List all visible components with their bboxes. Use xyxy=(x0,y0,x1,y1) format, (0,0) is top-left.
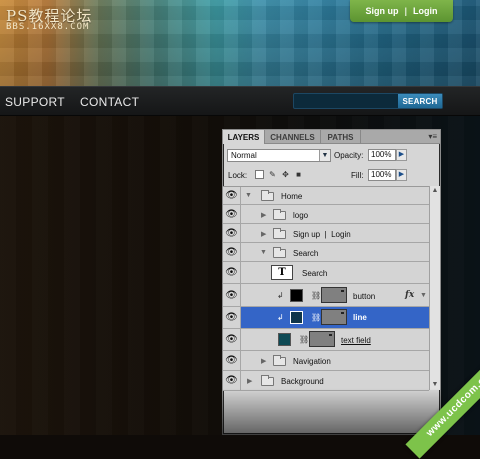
folder-icon xyxy=(273,355,286,366)
opacity-stepper-icon[interactable]: ▶ xyxy=(396,149,407,161)
lock-label: Lock: xyxy=(228,171,248,180)
search-box: SEARCH xyxy=(293,93,443,109)
folder-icon xyxy=(273,228,286,239)
link-chain-icon[interactable]: ⛓ xyxy=(311,291,321,300)
layer-row-background[interactable]: 👁 ▶ Background xyxy=(223,371,429,391)
auth-separator: | xyxy=(404,6,408,16)
signup-link[interactable]: Sign up xyxy=(365,6,398,16)
eye-icon[interactable]: 👁 xyxy=(223,205,241,223)
layer-row-text-field[interactable]: 👁 ⛓ text field xyxy=(223,329,429,351)
scroll-down-icon[interactable]: ▼ xyxy=(430,380,440,390)
link-chain-icon[interactable]: ⛓ xyxy=(299,335,309,344)
scroll-up-icon[interactable]: ▲ xyxy=(430,186,440,196)
color-fill-swatch[interactable] xyxy=(278,333,291,346)
forum-logo-subtitle: BBS.16XX8.COM xyxy=(6,22,90,32)
blend-mode-value: Normal xyxy=(231,151,257,160)
search-input[interactable] xyxy=(296,96,398,107)
layer-row-logo[interactable]: 👁 ▶ logo xyxy=(223,205,429,224)
lock-transparent-icon[interactable] xyxy=(255,170,264,179)
text-layer-icon: T xyxy=(271,265,293,280)
layers-panel: LAYERS CHANNELS PATHS ▾≡ Normal ▼ Opacit… xyxy=(222,129,441,435)
fill-label: Fill: xyxy=(351,171,364,180)
color-fill-swatch[interactable] xyxy=(290,289,303,302)
folder-icon xyxy=(261,375,274,386)
chevron-down-icon: ▼ xyxy=(319,150,330,161)
vector-mask-thumbnail[interactable] xyxy=(309,331,335,347)
nav-item-support[interactable]: SUPPORT xyxy=(5,95,65,109)
vector-mask-thumbnail[interactable] xyxy=(321,287,347,303)
layer-name: Background xyxy=(281,377,324,386)
eye-icon[interactable]: 👁 xyxy=(223,187,241,204)
eye-icon[interactable]: 👁 xyxy=(223,371,241,390)
expand-right-icon[interactable]: ▶ xyxy=(247,377,252,385)
eye-icon[interactable]: 👁 xyxy=(223,329,241,350)
expand-down-icon[interactable]: ▼ xyxy=(245,192,252,199)
login-link[interactable]: Login xyxy=(413,6,438,16)
folder-icon xyxy=(273,247,286,258)
expand-right-icon[interactable]: ▶ xyxy=(261,230,266,238)
expand-down-icon[interactable]: ▼ xyxy=(260,249,267,256)
lock-all-icon[interactable]: ■ xyxy=(294,170,303,179)
layer-name: text field xyxy=(341,336,371,345)
auth-box: Sign up | Login xyxy=(350,0,453,22)
fx-icon[interactable]: fx xyxy=(405,290,414,300)
folder-icon xyxy=(261,190,274,201)
panel-menu-icon[interactable]: ▾≡ xyxy=(428,132,437,141)
expand-down-icon[interactable]: ▼ xyxy=(420,292,427,299)
layer-row-button[interactable]: 👁 ↲ ⛓ button fx ▼ xyxy=(223,284,429,307)
layer-row-home[interactable]: 👁 ▼ Home xyxy=(223,187,429,205)
layer-name: button xyxy=(353,292,376,301)
layer-name: Sign up | Login xyxy=(293,230,351,239)
tab-layers[interactable]: LAYERS xyxy=(223,130,265,144)
eye-icon[interactable]: 👁 xyxy=(223,284,241,306)
folder-icon xyxy=(273,209,286,220)
lock-brush-icon[interactable]: ✎ xyxy=(268,170,277,179)
layer-name: Search xyxy=(293,249,319,258)
layer-name: logo xyxy=(293,211,309,220)
layer-row-search-group[interactable]: 👁 ▼ Search xyxy=(223,243,429,262)
search-button[interactable]: SEARCH xyxy=(398,94,442,108)
color-fill-swatch[interactable] xyxy=(290,311,303,324)
fill-field[interactable]: 100% xyxy=(368,169,396,181)
layer-row-signup-login[interactable]: 👁 ▶ Sign up | Login xyxy=(223,224,429,243)
tab-channels[interactable]: CHANNELS xyxy=(265,130,321,144)
layer-name: Home xyxy=(281,192,303,201)
expand-right-icon[interactable]: ▶ xyxy=(261,357,266,365)
tab-paths[interactable]: PATHS xyxy=(321,130,361,144)
layer-name: Search xyxy=(302,269,328,278)
eye-icon[interactable]: 👁 xyxy=(223,351,241,370)
panel-tabs: LAYERS CHANNELS PATHS ▾≡ xyxy=(223,130,440,144)
eye-icon[interactable]: 👁 xyxy=(223,307,241,328)
opacity-field[interactable]: 100% xyxy=(368,149,396,161)
eye-icon[interactable]: 👁 xyxy=(223,243,241,261)
layer-name: line xyxy=(353,313,367,322)
layer-name: Navigation xyxy=(293,357,331,366)
expand-right-icon[interactable]: ▶ xyxy=(261,211,266,219)
layers-scrollbar[interactable]: ▲ ▼ xyxy=(429,186,440,390)
layers-list: 👁 ▼ Home 👁 ▶ logo 👁 ▶ Sign up | Login 👁 … xyxy=(223,186,429,391)
lock-position-icon[interactable]: ✥ xyxy=(281,170,290,179)
layer-row-line[interactable]: 👁 ↲ ⛓ line xyxy=(223,307,429,329)
blend-mode-select[interactable]: Normal ▼ xyxy=(227,149,331,162)
opacity-label: Opacity: xyxy=(334,151,364,160)
fill-stepper-icon[interactable]: ▶ xyxy=(396,169,407,181)
vector-mask-thumbnail[interactable] xyxy=(321,309,347,325)
link-chain-icon[interactable]: ⛓ xyxy=(311,313,321,322)
layer-row-navigation[interactable]: 👁 ▶ Navigation xyxy=(223,351,429,371)
nav-item-contact[interactable]: CONTACT xyxy=(80,95,139,109)
eye-icon[interactable]: 👁 xyxy=(223,262,241,283)
clip-arrow-icon: ↲ xyxy=(277,313,284,322)
eye-icon[interactable]: 👁 xyxy=(223,224,241,242)
clip-arrow-icon: ↲ xyxy=(277,291,284,300)
layer-row-search-text[interactable]: 👁 T Search xyxy=(223,262,429,284)
